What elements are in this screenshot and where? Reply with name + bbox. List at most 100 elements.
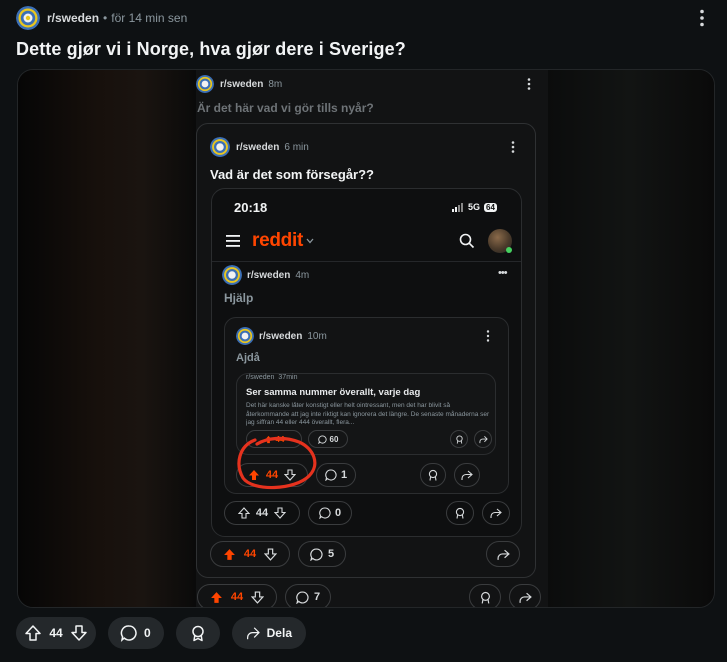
l2-more-icon bbox=[511, 141, 515, 153]
l3-avatar bbox=[222, 265, 242, 285]
l4-title: Ajdå bbox=[236, 352, 260, 364]
downvote-icon[interactable] bbox=[70, 624, 88, 642]
l3-award-pill bbox=[446, 501, 474, 525]
post-media[interactable]: r/sweden 8m Är det här vad vi gör tills … bbox=[17, 69, 715, 608]
l4-comment-pill: 1 bbox=[316, 463, 356, 487]
l4-subreddit: r/sweden bbox=[259, 330, 303, 342]
signal-icon bbox=[452, 202, 463, 212]
l4-share-pill bbox=[454, 463, 480, 487]
l3-more-icon: ••• bbox=[498, 267, 508, 279]
l1-comments: 7 bbox=[313, 591, 321, 603]
share-label: Dela bbox=[266, 626, 292, 640]
l3-subreddit: r/sweden bbox=[247, 269, 291, 281]
l5-award-icon bbox=[455, 434, 463, 444]
comment-icon bbox=[120, 625, 137, 642]
l2-comment-icon bbox=[310, 547, 323, 561]
l3-actions: 44 0 bbox=[224, 501, 510, 525]
share-button[interactable]: Dela bbox=[232, 617, 306, 649]
more-options-icon[interactable] bbox=[691, 7, 713, 29]
battery-badge: 64 bbox=[484, 202, 497, 212]
l4-more-icon bbox=[486, 330, 490, 342]
post-time: för 14 min sen bbox=[111, 11, 188, 25]
award-button[interactable] bbox=[176, 617, 220, 649]
phone-divider bbox=[212, 261, 521, 262]
subreddit-name[interactable]: r/sweden bbox=[47, 11, 99, 25]
l4-card: r/sweden 10m Ajdå r/sweden 37min Ser sam… bbox=[224, 317, 509, 494]
meta-separator: • bbox=[103, 11, 108, 25]
comments-button[interactable]: 0 bbox=[108, 617, 164, 649]
l1-vote-pill: 44 bbox=[197, 584, 277, 607]
online-dot bbox=[506, 247, 512, 253]
phone-app-bar: reddit bbox=[226, 229, 516, 253]
l3-comments: 0 bbox=[334, 507, 342, 519]
l2-actions: 44 5 bbox=[210, 541, 526, 567]
l1-subreddit: r/sweden bbox=[220, 78, 264, 90]
l4-share-icon bbox=[461, 470, 473, 480]
l5-header: r/sweden 37min bbox=[246, 372, 297, 382]
l2-downvote-icon bbox=[264, 547, 278, 561]
l5-time: 37min bbox=[278, 373, 298, 381]
post-title[interactable]: Dette gjør vi i Norge, hva gjør dere i S… bbox=[16, 39, 406, 60]
l3-share-pill bbox=[482, 501, 510, 525]
l1-award-icon bbox=[480, 591, 490, 604]
award-icon bbox=[192, 625, 204, 642]
post-header: r/sweden • för 14 min sen bbox=[16, 6, 713, 30]
l2-vote-pill: 44 bbox=[210, 541, 290, 567]
l3-upvote-icon bbox=[237, 507, 250, 519]
l2-votes: 44 bbox=[243, 548, 257, 560]
screenshot-image: r/sweden 8m Är det här vad vi gör tills … bbox=[196, 70, 548, 607]
l2-subreddit: r/sweden bbox=[236, 141, 280, 153]
l4-time: 10m bbox=[307, 330, 327, 342]
vote-control: 44 bbox=[16, 617, 96, 649]
l5-comments: 60 bbox=[329, 434, 339, 444]
l1-time: 8m bbox=[268, 78, 283, 90]
l4-header: r/sweden 10m bbox=[236, 326, 498, 346]
l2-time: 6 min bbox=[284, 141, 309, 153]
l1-title: Är det här vad vi gör tills nyår? bbox=[197, 101, 374, 115]
l5-title: Ser samma nummer överallt, varje dag bbox=[246, 387, 421, 398]
l1-comment-icon bbox=[296, 590, 309, 604]
l1-downvote-icon bbox=[251, 590, 265, 604]
l5-subreddit: r/sweden bbox=[246, 373, 275, 381]
upvote-icon[interactable] bbox=[24, 624, 42, 642]
l4-comment-icon bbox=[325, 469, 337, 481]
l2-upvote-icon bbox=[223, 548, 235, 560]
l4-award-icon bbox=[428, 469, 438, 481]
l3-award-icon bbox=[455, 507, 465, 519]
l3-title: Hjälp bbox=[224, 291, 254, 305]
l2-share-icon bbox=[496, 549, 510, 560]
l2-card: r/sweden 6 min Vad är det som försegår??… bbox=[196, 123, 536, 578]
phone-status: 5G 64 bbox=[452, 202, 497, 212]
brand-chevron-icon bbox=[306, 238, 314, 244]
l5-share-icon bbox=[478, 435, 488, 443]
l3-vote-pill: 44 bbox=[224, 501, 300, 525]
reddit-wordmark: reddit bbox=[252, 230, 303, 251]
l1-votes: 44 bbox=[230, 591, 244, 603]
l5-share-pill bbox=[474, 430, 492, 448]
l4-avatar bbox=[236, 327, 254, 345]
media-blur-right bbox=[546, 70, 714, 607]
l1-share-icon bbox=[518, 592, 532, 603]
l3-downvote-icon bbox=[274, 507, 287, 519]
l3-comment-icon bbox=[319, 507, 331, 519]
red-circle-annotation bbox=[237, 436, 317, 490]
comment-count: 0 bbox=[144, 626, 151, 640]
l4-comments: 1 bbox=[340, 469, 348, 481]
l1-upvote-icon bbox=[210, 591, 222, 603]
subreddit-avatar[interactable] bbox=[16, 6, 40, 30]
l3-header: r/sweden 4m ••• bbox=[222, 265, 512, 285]
l1-header: r/sweden 8m bbox=[196, 74, 548, 94]
phone-screenshot: 20:18 5G 64 reddit r/sweden 4m ••• Hjälp… bbox=[211, 188, 522, 537]
l3-comment-pill: 0 bbox=[308, 501, 352, 525]
l2-comment-pill: 5 bbox=[298, 541, 346, 567]
l1-more-icon bbox=[527, 78, 531, 90]
phone-clock: 20:18 bbox=[234, 200, 268, 215]
phone-search-icon bbox=[459, 233, 475, 249]
l2-share-pill bbox=[486, 541, 520, 567]
l2-title: Vad är det som försegår?? bbox=[210, 167, 374, 182]
l1-comment-pill: 7 bbox=[285, 584, 331, 607]
hamburger-icon bbox=[226, 235, 240, 247]
l3-votes: 44 bbox=[255, 507, 269, 519]
l1-share-pill bbox=[509, 584, 541, 607]
l3-share-icon bbox=[490, 508, 502, 518]
